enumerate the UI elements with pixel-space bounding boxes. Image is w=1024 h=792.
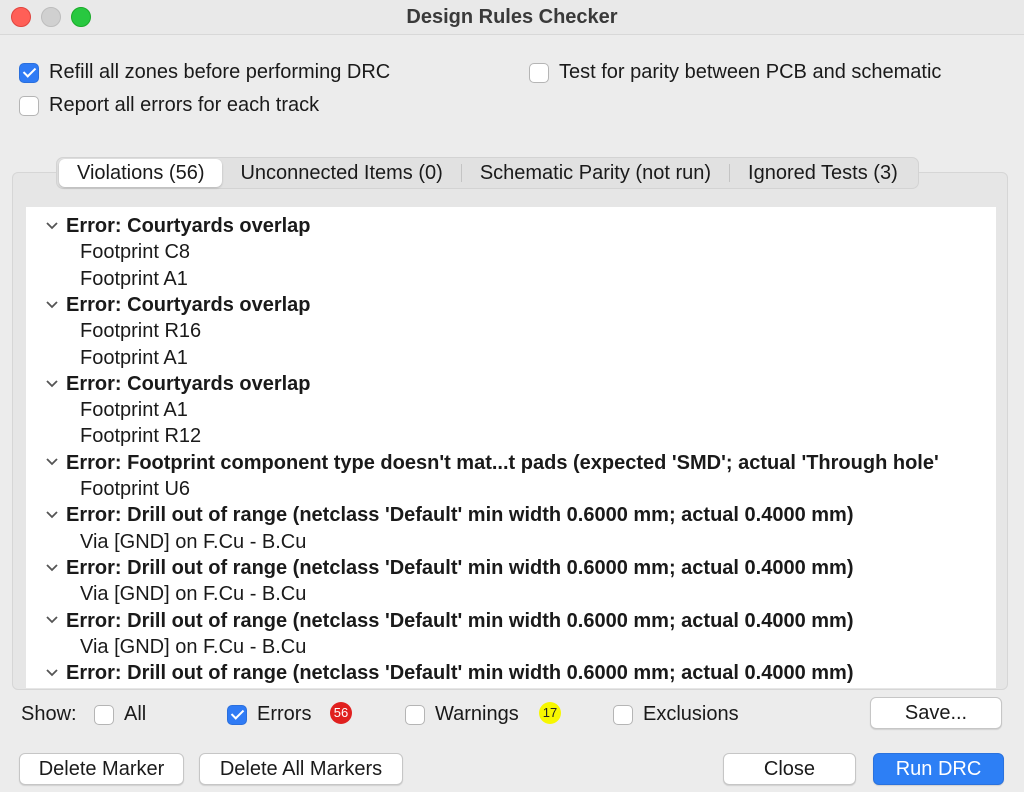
violation-item[interactable]: Via [GND] on F.Cu - B.Cu bbox=[80, 634, 306, 660]
tab-unconnected-items[interactable]: Unconnected Items (0) bbox=[222, 159, 460, 187]
test-parity-checkbox[interactable] bbox=[529, 62, 549, 83]
tab-violations[interactable]: Violations (56) bbox=[59, 159, 223, 187]
show-label: Show: bbox=[21, 703, 77, 725]
filter-warnings[interactable]: Warnings bbox=[405, 703, 519, 726]
violation-row[interactable]: Error: Drill out of range (netclass 'Def… bbox=[44, 502, 854, 528]
violation-title: Error: Drill out of range (netclass 'Def… bbox=[66, 556, 854, 579]
chevron-down-icon[interactable] bbox=[44, 453, 60, 469]
filter-warnings-checkbox[interactable] bbox=[405, 704, 425, 725]
violation-row[interactable]: Error: Drill out of range (netclass 'Def… bbox=[44, 555, 854, 581]
violation-title: Error: Courtyards overlap bbox=[66, 293, 311, 316]
report-all-errors-checkbox[interactable] bbox=[19, 95, 39, 116]
tab-bar: Violations (56) Unconnected Items (0) Sc… bbox=[56, 157, 919, 189]
violation-row[interactable]: Error: Courtyards overlap bbox=[44, 371, 311, 397]
test-parity-option[interactable]: Test for parity between PCB and schemati… bbox=[529, 61, 941, 84]
violation-row[interactable]: Error: Courtyards overlap bbox=[44, 292, 311, 318]
chevron-down-icon[interactable] bbox=[44, 559, 60, 575]
warnings-count-badge: 17 bbox=[539, 702, 561, 724]
chevron-down-icon[interactable] bbox=[44, 611, 60, 627]
report-all-errors-option[interactable]: Report all errors for each track bbox=[19, 94, 319, 117]
filter-errors-checkbox[interactable] bbox=[227, 704, 247, 725]
filter-exclusions-checkbox[interactable] bbox=[613, 704, 633, 725]
violation-title: Error: Drill out of range (netclass 'Def… bbox=[66, 662, 854, 685]
filter-exclusions[interactable]: Exclusions bbox=[613, 703, 739, 726]
violations-tree[interactable]: Error: Courtyards overlap Footprint C8 Foo… bbox=[26, 207, 996, 688]
refill-zones-label: Refill all zones before performing DRC bbox=[49, 61, 391, 83]
filter-errors[interactable]: Errors bbox=[227, 703, 311, 726]
filter-all-checkbox[interactable] bbox=[94, 704, 114, 725]
violation-title: Error: Courtyards overlap bbox=[66, 215, 311, 237]
errors-count-badge: 56 bbox=[330, 702, 352, 724]
chevron-down-icon[interactable] bbox=[44, 375, 60, 391]
violation-item[interactable]: Footprint R12 bbox=[80, 423, 201, 449]
violation-title: Error: Footprint component type doesn't … bbox=[66, 451, 939, 474]
violation-item[interactable]: Footprint A1 bbox=[80, 345, 188, 371]
save-button[interactable]: Save... bbox=[870, 697, 1002, 729]
chevron-down-icon[interactable] bbox=[44, 296, 60, 312]
violation-title: Error: Drill out of range (netclass 'Def… bbox=[66, 504, 854, 527]
violation-row[interactable]: Error: Drill out of range (netclass 'Def… bbox=[44, 660, 854, 686]
violation-row[interactable]: Error: Courtyards overlap bbox=[44, 213, 311, 239]
chevron-down-icon[interactable] bbox=[44, 664, 60, 680]
tab-ignored-tests[interactable]: Ignored Tests (3) bbox=[730, 159, 916, 187]
delete-marker-button[interactable]: Delete Marker bbox=[19, 753, 184, 785]
violation-item[interactable]: Footprint R16 bbox=[80, 318, 201, 344]
window-title: Design Rules Checker bbox=[406, 6, 618, 28]
violation-item[interactable]: Footprint A1 bbox=[80, 397, 188, 423]
violation-item[interactable]: Footprint C8 bbox=[80, 239, 190, 265]
violation-title: Error: Drill out of range (netclass 'Def… bbox=[66, 609, 854, 632]
filter-all[interactable]: All bbox=[94, 703, 146, 726]
violation-item[interactable]: Footprint U6 bbox=[80, 476, 190, 502]
chevron-down-icon[interactable] bbox=[44, 506, 60, 522]
refill-zones-option[interactable]: Refill all zones before performing DRC bbox=[19, 61, 390, 84]
close-button[interactable]: Close bbox=[723, 753, 856, 785]
filter-warnings-label: Warnings bbox=[435, 703, 519, 725]
filter-exclusions-label: Exclusions bbox=[643, 703, 739, 725]
refill-zones-checkbox[interactable] bbox=[19, 62, 39, 83]
run-drc-button[interactable]: Run DRC bbox=[873, 753, 1004, 785]
delete-all-markers-button[interactable]: Delete All Markers bbox=[199, 753, 403, 785]
test-parity-label: Test for parity between PCB and schemati… bbox=[559, 61, 942, 83]
report-all-errors-label: Report all errors for each track bbox=[49, 94, 320, 116]
filter-errors-label: Errors bbox=[257, 703, 312, 725]
violation-item[interactable]: Via [GND] on F.Cu - B.Cu bbox=[80, 529, 306, 555]
title-bar: Design Rules Checker bbox=[0, 0, 1024, 35]
chevron-down-icon[interactable] bbox=[44, 217, 60, 233]
filter-all-label: All bbox=[124, 703, 147, 725]
violation-row[interactable]: Error: Footprint component type doesn't … bbox=[44, 450, 939, 476]
violation-row[interactable]: Error: Drill out of range (netclass 'Def… bbox=[44, 608, 854, 634]
violation-title: Error: Courtyards overlap bbox=[66, 372, 311, 395]
violation-item[interactable]: Footprint A1 bbox=[80, 266, 188, 292]
tab-schematic-parity[interactable]: Schematic Parity (not run) bbox=[462, 159, 729, 187]
violation-item[interactable]: Via [GND] on F.Cu - B.Cu bbox=[80, 581, 306, 607]
